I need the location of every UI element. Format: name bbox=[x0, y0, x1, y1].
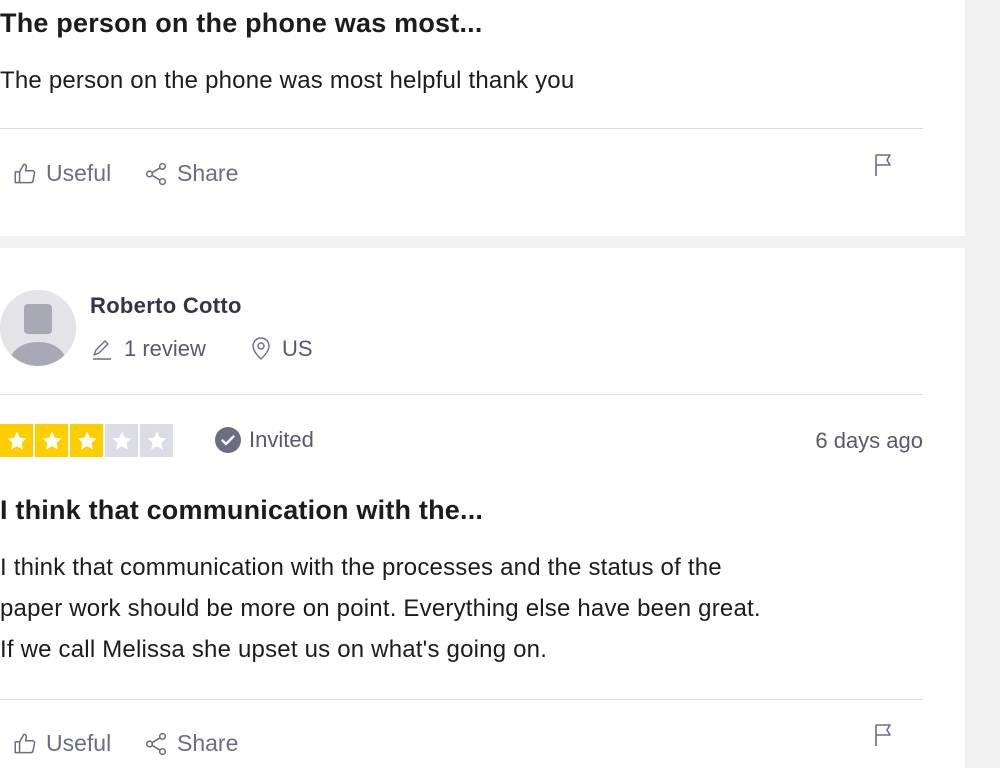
review-count-label: 1 review bbox=[124, 336, 206, 361]
review-card: Roberto Cotto 1 review US Invited 6 days… bbox=[0, 248, 965, 768]
share-icon bbox=[145, 732, 167, 755]
default-avatar-icon bbox=[0, 290, 76, 366]
star-icon bbox=[105, 424, 138, 457]
invited-label: Invited bbox=[249, 427, 314, 452]
share-icon bbox=[145, 162, 167, 185]
star-icon bbox=[70, 424, 103, 457]
star-icon bbox=[35, 424, 68, 457]
star-icon bbox=[0, 424, 33, 457]
useful-label: Useful bbox=[46, 160, 112, 186]
thumbs-up-icon bbox=[14, 732, 36, 753]
divider bbox=[0, 128, 923, 129]
divider bbox=[0, 699, 923, 700]
flag-icon bbox=[875, 154, 891, 176]
review-body-line: If we call Melissa she upset us on what'… bbox=[0, 636, 548, 663]
thumbs-up-icon bbox=[14, 162, 36, 183]
author-location: US bbox=[250, 336, 313, 362]
check-badge-icon bbox=[215, 427, 241, 453]
review-body-line: paper work should be more on point. Ever… bbox=[0, 595, 761, 622]
divider bbox=[0, 394, 923, 395]
pencil-icon bbox=[93, 340, 111, 360]
avatar[interactable] bbox=[0, 290, 76, 366]
review-body: I think that communication with the proc… bbox=[0, 547, 761, 670]
share-button[interactable]: Share bbox=[143, 160, 238, 187]
report-button[interactable] bbox=[872, 722, 896, 753]
location-pin-icon bbox=[252, 337, 270, 360]
share-label: Share bbox=[177, 730, 239, 756]
invited-badge[interactable]: Invited bbox=[214, 426, 314, 454]
useful-button[interactable]: Useful bbox=[12, 160, 111, 187]
useful-label: Useful bbox=[46, 730, 112, 756]
review-body: The person on the phone was most helpful… bbox=[0, 67, 575, 94]
country-label: US bbox=[282, 336, 313, 361]
share-label: Share bbox=[177, 160, 239, 186]
page-gutter bbox=[965, 0, 1000, 739]
flag-icon bbox=[875, 724, 891, 746]
review-body-line: I think that communication with the proc… bbox=[0, 554, 722, 581]
star-icon bbox=[140, 424, 173, 457]
author-name[interactable]: Roberto Cotto bbox=[90, 293, 242, 319]
review-title[interactable]: I think that communication with the... bbox=[0, 495, 483, 526]
review-card: The person on the phone was most... The … bbox=[0, 0, 965, 236]
review-title[interactable]: The person on the phone was most... bbox=[0, 8, 483, 39]
share-button[interactable]: Share bbox=[143, 730, 238, 757]
review-date: 6 days ago bbox=[815, 428, 923, 453]
useful-button[interactable]: Useful bbox=[12, 730, 111, 757]
report-button[interactable] bbox=[872, 152, 896, 183]
star-rating bbox=[0, 424, 173, 457]
review-count: 1 review bbox=[90, 336, 206, 362]
